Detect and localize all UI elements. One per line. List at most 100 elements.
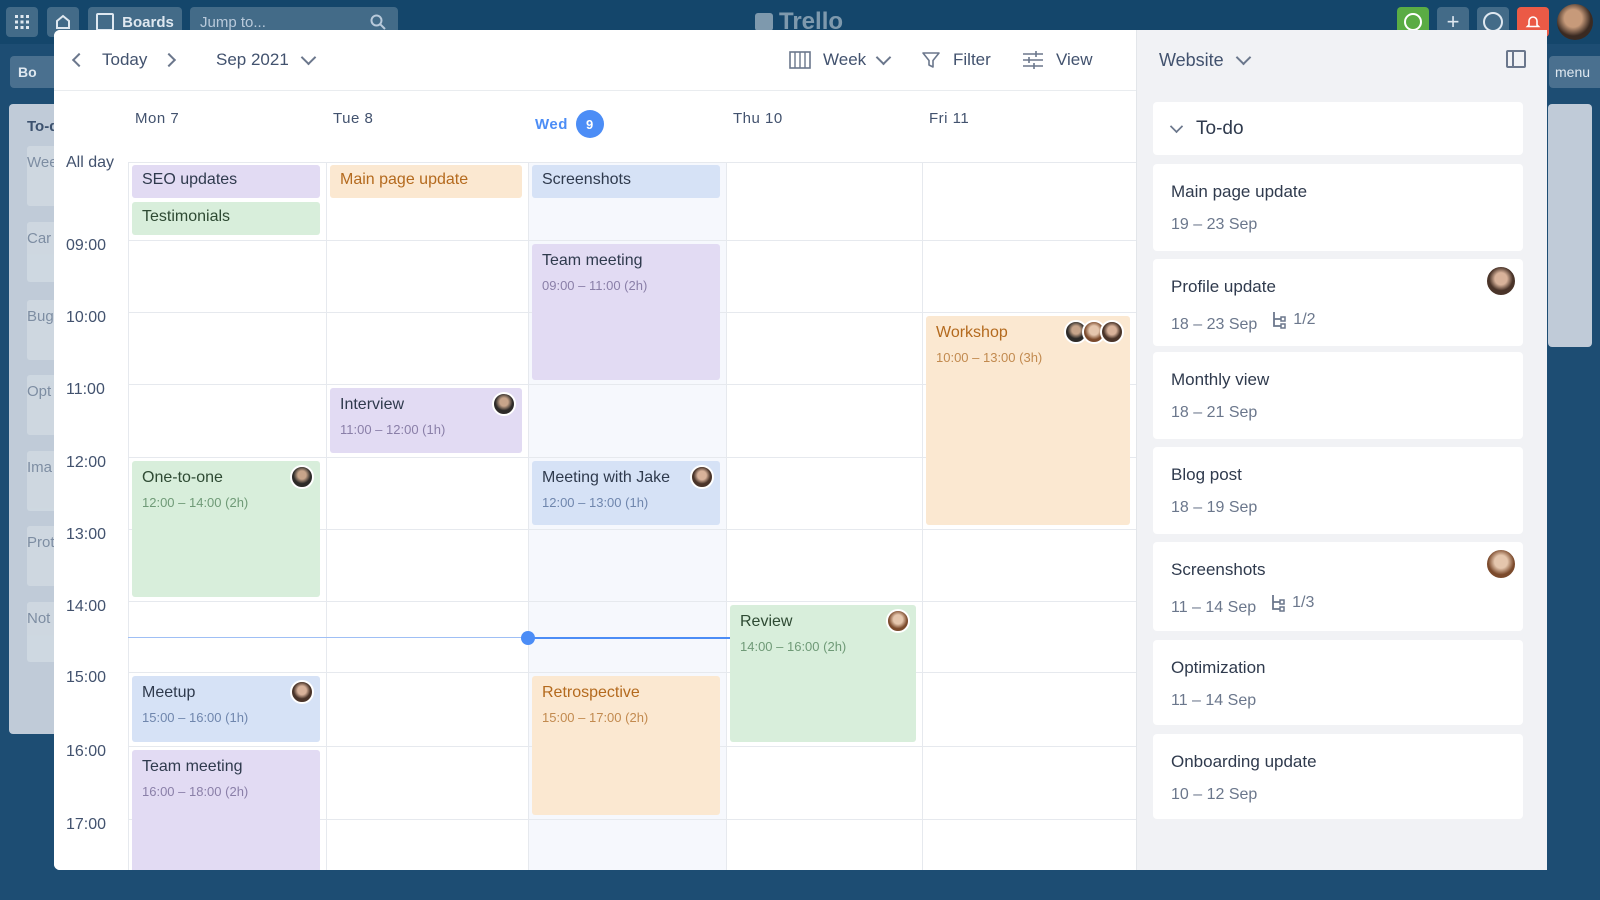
background-card-label: Car	[27, 230, 52, 247]
event-time: 12:00 – 13:00 (1h)	[542, 495, 649, 510]
card-dates-row: 11 – 14 Sep	[1171, 692, 1505, 710]
day-header-1[interactable]: Mon 7	[135, 110, 179, 127]
subtasks-indicator: 1/2	[1271, 311, 1316, 329]
chevron-down-icon	[1169, 119, 1184, 133]
card-dates-row: 11 – 14 Sep 1/3	[1171, 594, 1505, 617]
card-dates: 18 – 19 Sep	[1171, 499, 1258, 516]
side-card[interactable]: Blog post 18 – 19 Sep	[1153, 447, 1523, 534]
previous-week-button[interactable]	[71, 30, 87, 90]
card-dates: 18 – 23 Sep	[1171, 316, 1258, 333]
member-avatar[interactable]	[290, 680, 314, 704]
show-menu-button[interactable]: menu	[1549, 56, 1600, 88]
card-title: Screenshots	[1171, 560, 1266, 579]
side-card[interactable]: Monthly view 18 – 21 Sep	[1153, 352, 1523, 439]
calendar-event[interactable]: Team meeting 16:00 – 18:00 (2h)	[132, 750, 320, 870]
boards-icon	[96, 13, 115, 31]
day-header-3[interactable]: Wed 9	[535, 110, 604, 138]
time-label: 14:00	[66, 598, 107, 615]
time-label: 16:00	[66, 743, 107, 760]
day-label: Thu 10	[733, 110, 783, 127]
time-label: 13:00	[66, 526, 107, 543]
side-card[interactable]: Main page update 19 – 23 Sep	[1153, 164, 1523, 251]
column-divider	[726, 162, 727, 870]
current-time-line-past	[128, 636, 528, 638]
filter-button[interactable]: Filter	[921, 30, 991, 90]
time-label: 12:00	[66, 454, 107, 471]
today-button[interactable]: Today	[102, 30, 147, 90]
apps-grid-icon[interactable]	[6, 7, 38, 37]
event-time: 11:00 – 12:00 (1h)	[340, 422, 446, 437]
subtasks-count: 1/3	[1292, 594, 1315, 611]
day-header-4[interactable]: Thu 10	[733, 110, 783, 127]
board-name: Website	[1159, 49, 1224, 70]
member-avatar[interactable]	[290, 465, 314, 489]
background-card-label: Opt	[27, 383, 52, 400]
view-options-button[interactable]: View	[1022, 30, 1093, 90]
view-mode-selector[interactable]: Week	[789, 30, 892, 90]
side-panel-header: Website	[1137, 30, 1547, 90]
collapse-panel-icon[interactable]	[1506, 50, 1526, 68]
member-avatar[interactable]	[886, 609, 910, 633]
board-selector[interactable]: Website	[1159, 30, 1251, 90]
card-dates: 19 – 23 Sep	[1171, 216, 1258, 233]
calendar-header: Today Sep 2021 Week Filter View	[54, 30, 1136, 91]
card-dates-row: 10 – 12 Sep	[1171, 786, 1505, 804]
member-avatar[interactable]	[1100, 320, 1124, 344]
calendar-event[interactable]: Meeting with Jake 12:00 – 13:00 (1h)	[532, 461, 720, 525]
card-title: Main page update	[1171, 182, 1308, 201]
day-header-5[interactable]: Fri 11	[929, 110, 969, 127]
calendar-event[interactable]: One-to-one 12:00 – 14:00 (2h)	[132, 461, 320, 597]
boards-label: Boards	[122, 13, 174, 31]
column-divider	[922, 162, 923, 870]
calendar-event[interactable]: Workshop 10:00 – 13:00 (3h)	[926, 316, 1130, 525]
time-label: 10:00	[66, 309, 107, 326]
event-time: 10:00 – 13:00 (3h)	[936, 350, 1043, 365]
time-label: 15:00	[66, 669, 107, 686]
search-icon	[370, 14, 386, 30]
month-label: Sep 2021	[216, 50, 289, 69]
calendar-event[interactable]: Team meeting 09:00 – 11:00 (2h)	[532, 244, 720, 380]
member-avatar[interactable]	[690, 465, 714, 489]
card-title: Profile update	[1171, 277, 1276, 296]
calendar-event[interactable]: Meetup 15:00 – 16:00 (1h)	[132, 676, 320, 742]
list-header[interactable]: To-do	[1153, 102, 1523, 155]
calendar-event[interactable]: Retrospective 15:00 – 17:00 (2h)	[532, 676, 720, 815]
side-card[interactable]: Onboarding update 10 – 12 Sep	[1153, 734, 1523, 819]
board-tab-label: Bo	[18, 64, 37, 80]
calendar-event[interactable]: Review 14:00 – 16:00 (2h)	[730, 605, 916, 742]
background-card-label: Not	[27, 610, 51, 627]
all-day-event[interactable]: Testimonials	[132, 202, 320, 235]
calendar-event[interactable]: Interview 11:00 – 12:00 (1h)	[330, 388, 522, 453]
calendar-power-up-window: Today Sep 2021 Week Filter View All day	[54, 30, 1547, 870]
all-day-event[interactable]: Screenshots	[532, 165, 720, 198]
event-title: SEO updates	[142, 171, 238, 188]
side-card[interactable]: Screenshots 11 – 14 Sep 1/3	[1153, 542, 1523, 631]
show-menu-label: menu	[1555, 64, 1591, 80]
user-avatar[interactable]	[1557, 4, 1593, 40]
side-card[interactable]: Profile update 18 – 23 Sep 1/2	[1153, 259, 1523, 346]
member-avatar[interactable]	[492, 392, 516, 416]
card-dates-row: 18 – 21 Sep	[1171, 404, 1505, 422]
row-divider	[128, 672, 1136, 673]
board-tab[interactable]: Bo	[10, 56, 58, 88]
current-time-line	[528, 636, 730, 639]
card-member-avatar[interactable]	[1485, 548, 1517, 580]
event-time: 15:00 – 17:00 (2h)	[542, 710, 649, 725]
day-header-2[interactable]: Tue 8	[333, 110, 373, 127]
day-label: Mon 7	[135, 110, 180, 127]
card-dates-row: 19 – 23 Sep	[1171, 216, 1505, 234]
next-week-button[interactable]	[161, 30, 177, 90]
side-card[interactable]: Optimization 11 – 14 Sep	[1153, 640, 1523, 725]
all-day-event[interactable]: SEO updates	[132, 165, 320, 198]
list-name: To-do	[1196, 117, 1244, 139]
card-dates-row: 18 – 19 Sep	[1171, 499, 1505, 517]
card-dates: 11 – 14 Sep	[1171, 599, 1257, 616]
card-dates-row: 18 – 23 Sep 1/2	[1171, 311, 1505, 334]
chevron-down-icon	[300, 49, 317, 66]
trello-logo-icon	[755, 13, 773, 31]
card-member-avatar[interactable]	[1485, 265, 1517, 297]
all-day-event[interactable]: Main page update	[330, 165, 522, 198]
month-selector[interactable]: Sep 2021	[216, 30, 317, 90]
chevron-left-icon	[71, 52, 87, 68]
card-title: Blog post	[1171, 465, 1242, 484]
